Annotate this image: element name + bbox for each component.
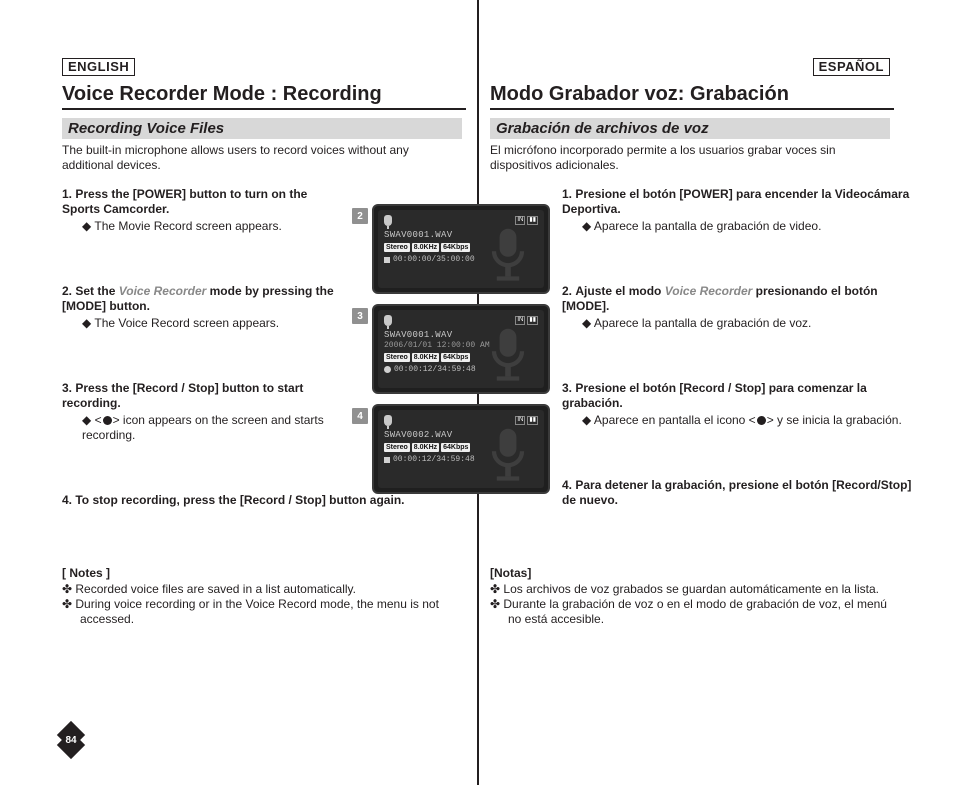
lcd-illustrations: 2 IN▮▮ SWAV0001.WAV Stereo 8.0KHz 64Kbps [352, 204, 552, 504]
notes-heading-es: [Notas] [490, 566, 890, 580]
step-chip-2: 2 [352, 208, 368, 224]
mic-icon [384, 215, 392, 226]
lcd-2: 2 IN▮▮ SWAV0001.WAV Stereo 8.0KHz 64Kbps [352, 204, 552, 294]
mic-icon [384, 315, 392, 326]
step-2-en: 2. Set the Voice Recorder mode by pressi… [62, 284, 347, 331]
record-icon [103, 416, 112, 425]
step-1-en: 1. Press the [POWER] button to turn on t… [62, 187, 347, 234]
steps-spanish: 1. Presione el botón [POWER] para encend… [510, 187, 890, 508]
title-rule [490, 108, 894, 110]
section-spanish: Grabación de archivos de voz [490, 118, 890, 139]
indicator-icons: IN▮▮ [515, 316, 538, 325]
step-4-es: 4. Para detener la grabación, presione e… [562, 478, 920, 508]
page-number: 84 [56, 725, 86, 755]
note-es-1: Los archivos de voz grabados se guardan … [490, 582, 890, 597]
step-1-en-sub: The Movie Record screen appears. [82, 219, 347, 234]
mic-watermark-icon [478, 326, 538, 382]
mic-icon [384, 415, 392, 426]
language-spanish-label: ESPAÑOL [813, 58, 890, 76]
step-chip-4: 4 [352, 408, 368, 424]
title-english: Voice Recorder Mode : Recording [62, 82, 462, 106]
lcd-3: 3 IN▮▮ SWAV0001.WAV 2006/01/01 12:00:00 … [352, 304, 552, 394]
intro-spanish: El micrófono incorporado permite a los u… [490, 143, 890, 173]
step-2-es: 2. Ajuste el modo Voice Recorder presion… [562, 284, 920, 331]
note-en-1: Recorded voice files are saved in a list… [62, 582, 462, 597]
note-en-2: During voice recording or in the Voice R… [62, 597, 462, 627]
intro-english: The built-in microphone allows users to … [62, 143, 462, 173]
mic-watermark-icon [478, 426, 538, 482]
record-icon [757, 416, 766, 425]
step-chip-3: 3 [352, 308, 368, 324]
section-english: Recording Voice Files [62, 118, 462, 139]
step-3-es: 3. Presione el botón [Record / Stop] par… [562, 381, 920, 428]
record-icon [384, 366, 391, 373]
step-1-es-sub: Aparece la pantalla de grabación de vide… [582, 219, 920, 234]
stop-icon [384, 257, 390, 263]
step-3-es-sub: Aparece en pantalla el icono <> y se ini… [582, 413, 920, 428]
step-2-es-sub: Aparece la pantalla de grabación de voz. [582, 316, 920, 331]
lcd-4: 4 IN▮▮ SWAV0002.WAV Stereo 8.0KHz 64Kbps [352, 404, 552, 494]
stop-icon [384, 457, 390, 463]
note-es-2: Durante la grabación de voz o en el modo… [490, 597, 890, 627]
step-3-en-sub: <> icon appears on the screen and starts… [82, 413, 347, 443]
notes-heading-en: [ Notes ] [62, 566, 462, 580]
step-1-es: 1. Presione el botón [POWER] para encend… [562, 187, 920, 234]
page-number-badge: 84 [56, 725, 86, 755]
notes-es: Los archivos de voz grabados se guardan … [490, 582, 890, 627]
title-rule [62, 108, 466, 110]
indicator-icons: IN▮▮ [515, 216, 538, 225]
title-spanish: Modo Grabador voz: Grabación [490, 82, 890, 106]
step-3-en: 3. Press the [Record / Stop] button to s… [62, 381, 347, 443]
mic-watermark-icon [478, 226, 538, 282]
step-2-en-sub: The Voice Record screen appears. [82, 316, 347, 331]
notes-en: Recorded voice files are saved in a list… [62, 582, 462, 627]
language-english-label: ENGLISH [62, 58, 135, 76]
indicator-icons: IN▮▮ [515, 416, 538, 425]
